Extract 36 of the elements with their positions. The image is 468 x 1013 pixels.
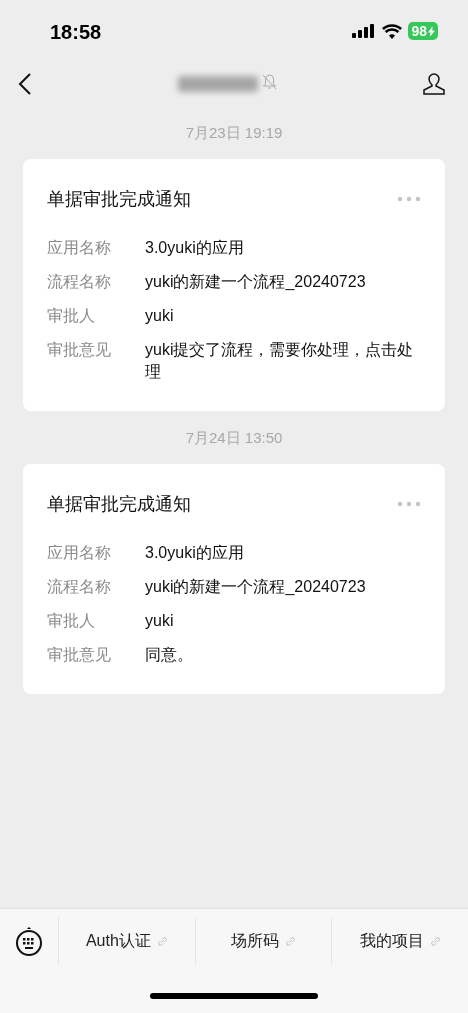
card-title: 单据审批完成通知	[47, 493, 191, 516]
field-value: yuki的新建一个流程_20240723	[145, 577, 367, 597]
message-timestamp: 7月24日 13:50	[185, 429, 283, 448]
field-label: 审批人	[47, 611, 96, 631]
card-title: 单据审批完成通知	[47, 188, 191, 211]
menu-link[interactable]: Auth认证	[58, 917, 195, 965]
person-icon[interactable]	[422, 72, 446, 96]
field-label: 流程名称	[47, 577, 112, 597]
menu-link[interactable]: 场所码	[194, 917, 332, 965]
field-value: 3.0yuki的应用	[145, 543, 245, 563]
field-label: 审批人	[47, 306, 96, 326]
battery-level: 98	[411, 23, 427, 39]
field-value: 3.0yuki的应用	[145, 238, 245, 258]
field-label: 审批意见	[47, 645, 112, 665]
field-value: yuki的新建一个流程_20240723	[145, 272, 367, 292]
field-value: yuki	[145, 306, 175, 326]
field-label: 流程名称	[47, 272, 112, 292]
link-icon	[285, 935, 296, 947]
field-value: yuki提交了流程，需要你处理，点击处理	[145, 340, 415, 382]
charging-icon	[428, 25, 435, 37]
field-label: 应用名称	[47, 543, 112, 563]
field-label: 审批意见	[47, 340, 112, 360]
back-icon[interactable]	[18, 73, 32, 95]
wifi-icon	[382, 23, 403, 39]
field-value: yuki	[145, 611, 175, 631]
message-timestamp: 7月23日 19:19	[185, 124, 283, 143]
signal-icon	[352, 24, 377, 38]
menu-link[interactable]: 我的项目	[331, 917, 468, 965]
link-icon	[429, 935, 441, 947]
keyboard-icon[interactable]	[15, 925, 43, 957]
clock-time: 18:58	[50, 19, 103, 44]
notification-card[interactable]: 单据审批完成通知 应用名称 3.0yuki的应用 流程名称 yuki的新建一个流程_20240723 审批人 yuki 审批意见 同意。	[23, 464, 445, 694]
link-icon	[156, 935, 168, 947]
field-value: 同意。	[145, 645, 194, 665]
notification-card[interactable]: 单据审批完成通知 应用名称 3.0yuki的应用 流程名称 yuki的新建一个流程_20240723 审批人 yuki 审批意见 yuki提交了流程，需要你处理，点击处理	[23, 159, 445, 411]
field-label: 应用名称	[47, 238, 112, 258]
